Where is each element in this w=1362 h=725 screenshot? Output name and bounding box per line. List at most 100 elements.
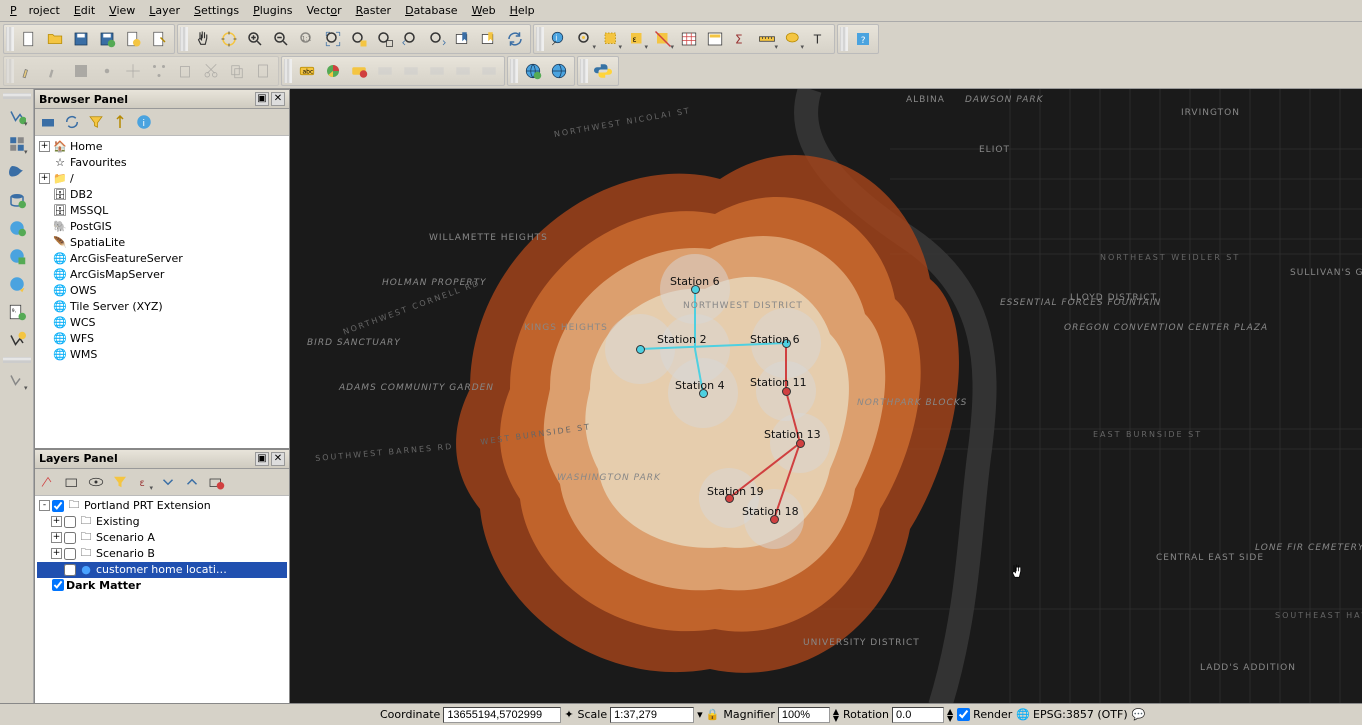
- browser-item[interactable]: 🌐OWS: [37, 282, 287, 298]
- map-canvas[interactable]: ALBINADawson ParkIRVINGTONELIOTSULLIVAN'…: [290, 89, 1362, 706]
- save-as-button[interactable]: [94, 26, 120, 52]
- magnifier-input[interactable]: [778, 707, 830, 723]
- browser-item[interactable]: 🗄DB2: [37, 186, 287, 202]
- layer-visibility-checkbox[interactable]: [52, 500, 64, 512]
- menu-web[interactable]: Web: [466, 2, 502, 19]
- add-virtual-layer-button[interactable]: [4, 367, 30, 393]
- web-button[interactable]: [546, 58, 572, 84]
- browser-item[interactable]: 🌐ArcGisMapServer: [37, 266, 287, 282]
- new-bookmark-button[interactable]: [450, 26, 476, 52]
- browser-item[interactable]: 🌐WCS: [37, 314, 287, 330]
- map-tips-button[interactable]: [780, 26, 806, 52]
- delete-selected-button[interactable]: [172, 58, 198, 84]
- layer-visibility-checkbox[interactable]: [64, 564, 76, 576]
- select-by-expression-button[interactable]: ε: [624, 26, 650, 52]
- layer-visibility-checkbox[interactable]: [52, 579, 64, 591]
- identify-button[interactable]: i: [546, 26, 572, 52]
- menu-raster[interactable]: Raster: [350, 2, 397, 19]
- browser-item[interactable]: 🌐WMS: [37, 346, 287, 362]
- cut-features-button[interactable]: [198, 58, 224, 84]
- highlight-labels-button[interactable]: [346, 58, 372, 84]
- save-button[interactable]: [68, 26, 94, 52]
- zoom-in-button[interactable]: [242, 26, 268, 52]
- spinner-icon[interactable]: ▲▼: [947, 708, 953, 722]
- close-icon[interactable]: ✕: [271, 452, 285, 466]
- new-project-button[interactable]: [16, 26, 42, 52]
- layer-item[interactable]: +🗀Scenario B: [37, 546, 287, 562]
- toggle-editing-button[interactable]: [16, 58, 42, 84]
- node-tool-button[interactable]: [146, 58, 172, 84]
- visibility-icon[interactable]: [85, 471, 107, 493]
- browser-item[interactable]: +📁/: [37, 170, 287, 186]
- new-shapefile-button[interactable]: [4, 327, 30, 353]
- expand-all-icon[interactable]: [157, 471, 179, 493]
- layer-visibility-checkbox[interactable]: [64, 532, 76, 544]
- menu-edit[interactable]: Edit: [68, 2, 101, 19]
- toolbar-handle[interactable]: [6, 59, 14, 83]
- collapse-icon[interactable]: [109, 111, 131, 133]
- pin-labels-button[interactable]: [372, 58, 398, 84]
- browser-item[interactable]: ☆Favourites: [37, 154, 287, 170]
- toolbar-handle[interactable]: [580, 59, 588, 83]
- label-button[interactable]: abc: [294, 58, 320, 84]
- lock-scale-icon[interactable]: 🔒: [706, 708, 720, 721]
- deselect-button[interactable]: [650, 26, 676, 52]
- add-wfs-layer-button[interactable]: [4, 271, 30, 297]
- messages-icon[interactable]: 💬: [1132, 708, 1146, 721]
- browser-item[interactable]: 🪶SpatiaLite: [37, 234, 287, 250]
- expand-icon[interactable]: +: [51, 516, 62, 527]
- browser-item[interactable]: 🌐WFS: [37, 330, 287, 346]
- refresh-button[interactable]: [502, 26, 528, 52]
- toolbar-handle[interactable]: [3, 357, 31, 363]
- current-edits-button[interactable]: [42, 58, 68, 84]
- scale-dropdown-icon[interactable]: ▾: [697, 708, 703, 721]
- menu-layer[interactable]: Layer: [143, 2, 186, 19]
- undock-icon[interactable]: ▣: [255, 92, 269, 106]
- toolbar-handle[interactable]: [840, 27, 848, 51]
- expression-filter-icon[interactable]: ε: [133, 471, 155, 493]
- refresh-icon[interactable]: [61, 111, 83, 133]
- coord-input[interactable]: [443, 707, 561, 723]
- copy-features-button[interactable]: [224, 58, 250, 84]
- select-features-button[interactable]: [598, 26, 624, 52]
- move-label-button[interactable]: [424, 58, 450, 84]
- expand-icon[interactable]: +: [39, 173, 50, 184]
- add-spatialite-layer-button[interactable]: [4, 159, 30, 185]
- filter-icon[interactable]: [85, 111, 107, 133]
- field-calculator-button[interactable]: [702, 26, 728, 52]
- style-preset-icon[interactable]: [37, 471, 59, 493]
- browser-tree[interactable]: +🏠Home☆Favourites+📁/🗄DB2🗄MSSQL🐘PostGIS🪶S…: [35, 136, 289, 448]
- layer-visibility-checkbox[interactable]: [64, 516, 76, 528]
- layer-item[interactable]: -🗀Portland PRT Extension: [37, 498, 287, 514]
- show-bookmarks-button[interactable]: [476, 26, 502, 52]
- browser-item[interactable]: 🌐ArcGisFeatureServer: [37, 250, 287, 266]
- scale-input[interactable]: [610, 707, 694, 723]
- zoom-full-button[interactable]: [320, 26, 346, 52]
- change-label-button[interactable]: [476, 58, 502, 84]
- paste-features-button[interactable]: [250, 58, 276, 84]
- zoom-to-selection-button[interactable]: [346, 26, 372, 52]
- pan-button[interactable]: [190, 26, 216, 52]
- pan-to-selection-button[interactable]: [216, 26, 242, 52]
- rotate-label-button[interactable]: [450, 58, 476, 84]
- statistics-button[interactable]: Σ: [728, 26, 754, 52]
- metasearch-button[interactable]: [520, 58, 546, 84]
- toolbar-handle[interactable]: [536, 27, 544, 51]
- render-checkbox[interactable]: [957, 708, 970, 721]
- collapse-all-icon[interactable]: [181, 471, 203, 493]
- zoom-native-button[interactable]: 1:1: [294, 26, 320, 52]
- zoom-to-layer-button[interactable]: [372, 26, 398, 52]
- layer-item[interactable]: ●customer home locati…: [37, 562, 287, 578]
- menu-vector[interactable]: Vector: [301, 2, 348, 19]
- open-attribute-table-button[interactable]: [676, 26, 702, 52]
- spinner-icon[interactable]: ▲▼: [833, 708, 839, 722]
- extents-icon[interactable]: ✦: [564, 708, 573, 721]
- menu-view[interactable]: View: [103, 2, 141, 19]
- toolbar-handle[interactable]: [6, 27, 14, 51]
- browser-item[interactable]: 🐘PostGIS: [37, 218, 287, 234]
- toolbar-handle[interactable]: [284, 59, 292, 83]
- layer-item[interactable]: +🗀Scenario A: [37, 530, 287, 546]
- add-layer-icon[interactable]: [37, 111, 59, 133]
- toolbar-handle[interactable]: [180, 27, 188, 51]
- browser-item[interactable]: 🌐Tile Server (XYZ): [37, 298, 287, 314]
